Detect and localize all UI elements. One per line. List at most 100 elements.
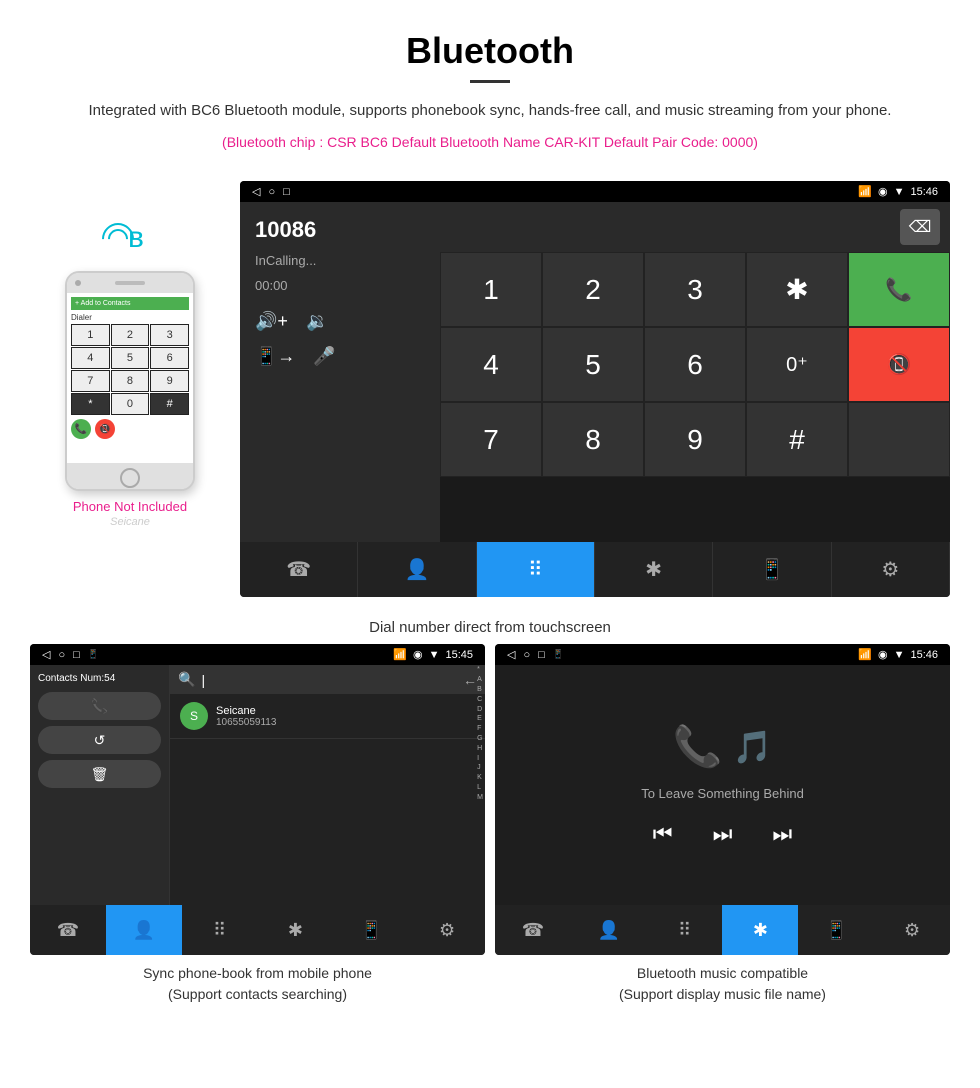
music-icon-area: 📞 🎵 (673, 723, 773, 770)
play-pause-button[interactable]: ⏭ (713, 821, 733, 847)
phone-key-5[interactable]: 5 (111, 347, 150, 369)
phone-key-9[interactable]: 9 (150, 370, 189, 392)
status-bar-right: 📶 ◉ ▼ 15:46 (858, 185, 938, 198)
nav-phone[interactable]: ☎ (240, 542, 358, 597)
contacts-car-screen: ◁ ○ □ 📱 📶 ◉ ▼ 15:45 Contacts Num:54 📞 ↺ (30, 644, 485, 955)
phone-key-6[interactable]: 6 (150, 347, 189, 369)
music-screen-block: ◁ ○ □ 📱 📶 ◉ ▼ 15:46 📞 🎵 To Leave Somet (495, 644, 950, 1005)
backspace-button[interactable]: ⌫ (900, 209, 940, 245)
key-5[interactable]: 5 (542, 327, 644, 402)
contact-number: 10655059113 (216, 717, 475, 728)
contacts-delete-btn[interactable]: 🗑 (38, 760, 161, 788)
key-0plus[interactable]: 0⁺ (746, 327, 848, 402)
alpha-scroll-bar[interactable]: *ABCDEF GHIJKLM (477, 665, 483, 802)
music-loc-icon: ◉ (878, 648, 888, 661)
music-home-icon: ○ (523, 649, 530, 661)
key-star[interactable]: ✱ (746, 252, 848, 327)
call-button[interactable]: 📞 (848, 252, 950, 327)
music-nav-contacts[interactable]: 👤 (571, 905, 647, 955)
volume-up-icon[interactable]: 🔊+ (255, 311, 288, 332)
nav-keypad[interactable]: ⠿ (477, 542, 595, 597)
seicane-watermark: Seicane (110, 516, 150, 528)
contacts-nav-settings[interactable]: ⚙ (409, 905, 485, 955)
page-title: Bluetooth (40, 30, 940, 72)
key-7[interactable]: 7 (440, 402, 542, 477)
music-signal-icon: 📶 (858, 648, 872, 661)
phone-key-4[interactable]: 4 (71, 347, 110, 369)
dialer-number: 10086 (255, 217, 425, 243)
contacts-call-btn[interactable]: 📞 (38, 692, 161, 720)
search-cursor: | (201, 672, 205, 688)
nav-settings[interactable]: ⚙ (832, 542, 950, 597)
nav-keypad-icon: ⠿ (528, 557, 543, 582)
phone-key-1[interactable]: 1 (71, 324, 110, 346)
header-specs: (Bluetooth chip : CSR BC6 Default Blueto… (40, 131, 940, 153)
phone-not-included-label: Phone Not Included (73, 499, 187, 514)
contacts-caption: Sync phone-book from mobile phone (Suppo… (143, 963, 372, 1005)
contacts-nav-keypad[interactable]: ⠿ (182, 905, 258, 955)
key-6[interactable]: 6 (644, 327, 746, 402)
phone-key-star[interactable]: * (71, 393, 110, 415)
key-hash[interactable]: # (746, 402, 848, 477)
phone-end-button[interactable]: 📵 (95, 419, 115, 439)
music-nav-phone-out[interactable]: 📱 (798, 905, 874, 955)
key-empty (848, 402, 950, 477)
contacts-nav-bluetooth[interactable]: ✱ (257, 905, 333, 955)
status-bar-left: ◁ ○ □ (252, 185, 290, 198)
car-status-bar: ◁ ○ □ 📶 ◉ ▼ 15:46 (240, 181, 950, 202)
music-nav-settings[interactable]: ⚙ (874, 905, 950, 955)
music-nav-phone[interactable]: ☎ (495, 905, 571, 955)
microphone-icon[interactable]: 🎤 (313, 346, 335, 367)
end-call-button[interactable]: 📵 (848, 327, 950, 402)
key-4[interactable]: 4 (440, 327, 542, 402)
phone-keypad: 1 2 3 4 5 6 7 8 9 * 0 # (71, 324, 189, 415)
phone-key-7[interactable]: 7 (71, 370, 110, 392)
dialer-extra-controls: 📱→ 🎤 (255, 346, 425, 367)
music-nav-bluetooth[interactable]: ✱ (722, 905, 798, 955)
nav-contacts[interactable]: 👤 (358, 542, 476, 597)
contacts-signal-icon: 📶 (393, 648, 407, 661)
dialer-input-row: ⌫ (440, 202, 950, 252)
phone-call-button[interactable]: 📞 (71, 419, 91, 439)
music-nav-keypad[interactable]: ⠿ (647, 905, 723, 955)
music-status-right: 📶 ◉ ▼ 15:46 (858, 648, 938, 661)
contact-list-item[interactable]: S Seicane 10655059113 (170, 694, 485, 739)
nav-settings-icon: ⚙ (881, 557, 899, 582)
car-screen-main: ◁ ○ □ 📶 ◉ ▼ 15:46 10086 InCalling... 00:… (240, 181, 950, 597)
contacts-nav-phone[interactable]: ☎ (30, 905, 106, 955)
prev-button[interactable]: ⏮ (653, 821, 673, 847)
nav-phone-out[interactable]: 📱 (713, 542, 831, 597)
key-3[interactable]: 3 (644, 252, 746, 327)
phone-key-3[interactable]: 3 (150, 324, 189, 346)
nav-bluetooth[interactable]: ✱ (595, 542, 713, 597)
music-note-icon: 🎵 (732, 728, 772, 766)
key-9[interactable]: 9 (644, 402, 746, 477)
music-caption: Bluetooth music compatible (Support disp… (619, 963, 826, 1005)
contacts-refresh-btn[interactable]: ↺ (38, 726, 161, 754)
contacts-status-right: 📶 ◉ ▼ 15:45 (393, 648, 473, 661)
contacts-back-icon: ◁ (42, 648, 50, 661)
contacts-nav-contacts[interactable]: 👤 (106, 905, 182, 955)
phone-key-2[interactable]: 2 (111, 324, 150, 346)
bluetooth-wave-icon: ʙ (100, 211, 160, 271)
search-back-icon[interactable]: ← (463, 672, 477, 688)
phone-key-0[interactable]: 0 (111, 393, 150, 415)
key-1[interactable]: 1 (440, 252, 542, 327)
key-8[interactable]: 8 (542, 402, 644, 477)
contacts-nav-phone-out[interactable]: 📱 (333, 905, 409, 955)
contacts-home-icon: ○ (58, 649, 65, 661)
dialer-keypad-grid: 1 2 3 ✱ 📞 4 5 6 0⁺ 📵 7 8 9 # (440, 252, 950, 477)
contacts-clock: 15:45 (445, 649, 473, 661)
phone-key-hash[interactable]: # (150, 393, 189, 415)
key-2[interactable]: 2 (542, 252, 644, 327)
location-icon: ◉ (878, 185, 888, 198)
phone-key-8[interactable]: 8 (111, 370, 150, 392)
phone-home-button[interactable] (120, 468, 140, 488)
contacts-caption-line1: Sync phone-book from mobile phone (143, 965, 372, 981)
phone-transfer-icon[interactable]: 📱→ (255, 346, 295, 367)
volume-down-icon[interactable]: 🔉 (306, 311, 328, 332)
home-icon: ○ (268, 186, 275, 198)
music-song-title: To Leave Something Behind (641, 786, 804, 801)
next-button[interactable]: ⏭ (772, 821, 792, 847)
phone-bottom (67, 463, 193, 491)
